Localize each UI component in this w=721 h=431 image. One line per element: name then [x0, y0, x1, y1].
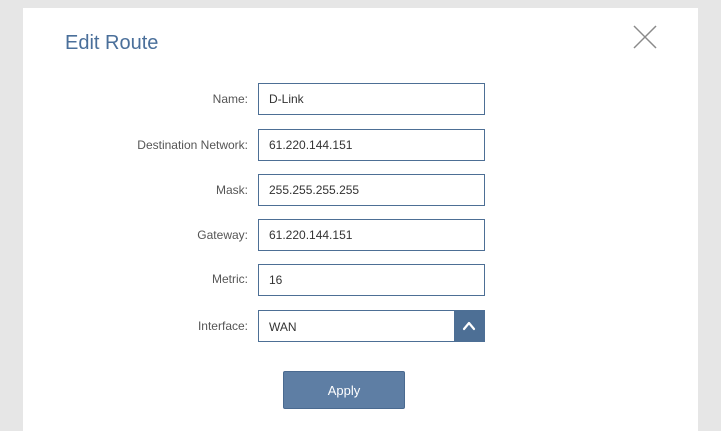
gateway-label: Gateway:: [197, 228, 248, 242]
apply-button[interactable]: Apply: [283, 371, 405, 409]
metric-label: Metric:: [212, 272, 248, 286]
edit-route-dialog: Edit Route Name: Destination Network: Ma…: [23, 8, 698, 431]
dialog-title: Edit Route: [65, 32, 159, 54]
chevron-up-icon[interactable]: [454, 311, 484, 341]
name-label: Name:: [212, 92, 248, 106]
interface-select-value: WAN: [269, 320, 297, 334]
gateway-field[interactable]: [258, 219, 485, 251]
interface-label: Interface:: [197, 319, 248, 333]
destination-network-field[interactable]: [258, 129, 485, 161]
close-icon[interactable]: [630, 22, 660, 52]
name-field[interactable]: [258, 83, 485, 115]
interface-select[interactable]: WAN: [258, 310, 485, 342]
destination-network-label: Destination Network:: [137, 138, 248, 152]
mask-field[interactable]: [258, 174, 485, 206]
metric-field[interactable]: [258, 264, 485, 296]
mask-label: Mask:: [215, 183, 248, 197]
